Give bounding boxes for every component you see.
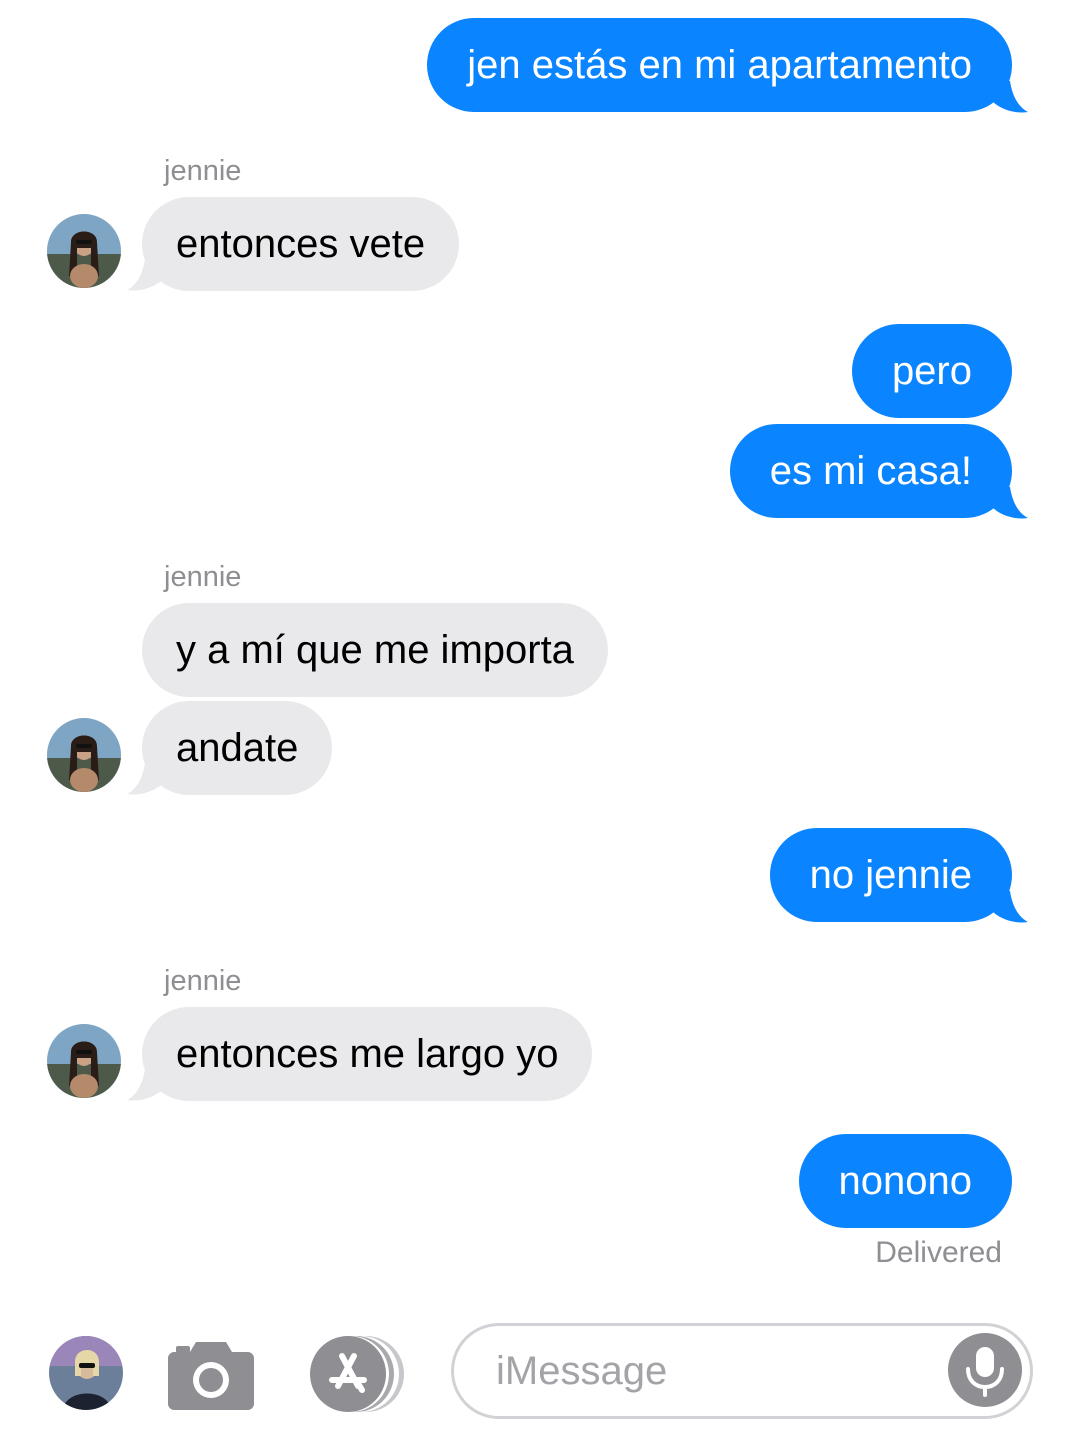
message-text: entonces me largo yo [176,1032,559,1076]
message-text: no jennie [809,853,972,897]
message-text: entonces vete [176,222,426,266]
bubble-tail-icon [988,81,1028,113]
user-avatar-button[interactable] [49,1336,123,1410]
sender-name: jennie [164,155,242,187]
sender-name: jennie [164,965,242,997]
microphone-icon [966,1347,1004,1397]
incoming-message-bubble[interactable]: entonces me largo yo [142,1007,593,1101]
contact-avatar[interactable] [47,1024,121,1098]
incoming-message-bubble[interactable]: y a mí que me importa [142,603,608,697]
bubble-tail-icon [127,763,167,795]
message-text: es mi casa! [769,449,972,493]
message-text: pero [891,349,972,393]
contact-avatar[interactable] [47,214,121,288]
message-input-placeholder: iMessage [496,1349,668,1393]
user-avatar-icon [49,1336,123,1410]
outgoing-message-bubble[interactable]: es mi casa! [729,424,1012,518]
bubble-tail-icon [988,891,1028,923]
message-text: y a mí que me importa [176,628,574,672]
app-store-button[interactable] [306,1334,406,1414]
message-text: nonono [838,1159,972,1203]
sender-name: jennie [164,561,242,593]
message-text: andate [176,726,299,770]
camera-button[interactable] [168,1338,254,1410]
avatar-photo-icon [47,214,121,288]
outgoing-message-bubble[interactable]: nonono [798,1134,1012,1228]
outgoing-message-bubble[interactable]: jen estás en mi apartamento [427,18,1012,112]
message-text: jen estás en mi apartamento [467,43,972,87]
avatar-photo-icon [47,1024,121,1098]
bubble-tail-icon [127,1069,167,1101]
bubble-tail-icon [988,487,1028,519]
app-store-icon [310,1336,404,1412]
incoming-message-bubble[interactable]: andate [142,701,333,795]
avatar-photo-icon [47,718,121,792]
camera-icon [168,1342,254,1410]
contact-avatar[interactable] [47,718,121,792]
outgoing-message-bubble[interactable]: no jennie [769,828,1012,922]
message-input[interactable]: iMessage [451,1323,1033,1419]
incoming-message-bubble[interactable]: entonces vete [142,197,460,291]
dictation-button[interactable] [948,1333,1022,1407]
message-composer: iMessage [0,1310,1080,1432]
outgoing-message-bubble[interactable]: pero [851,324,1012,418]
delivery-status: Delivered [875,1236,1002,1269]
message-thread: jen estás en mi apartamento jennie enton… [0,0,1080,1310]
bubble-tail-icon [127,259,167,291]
